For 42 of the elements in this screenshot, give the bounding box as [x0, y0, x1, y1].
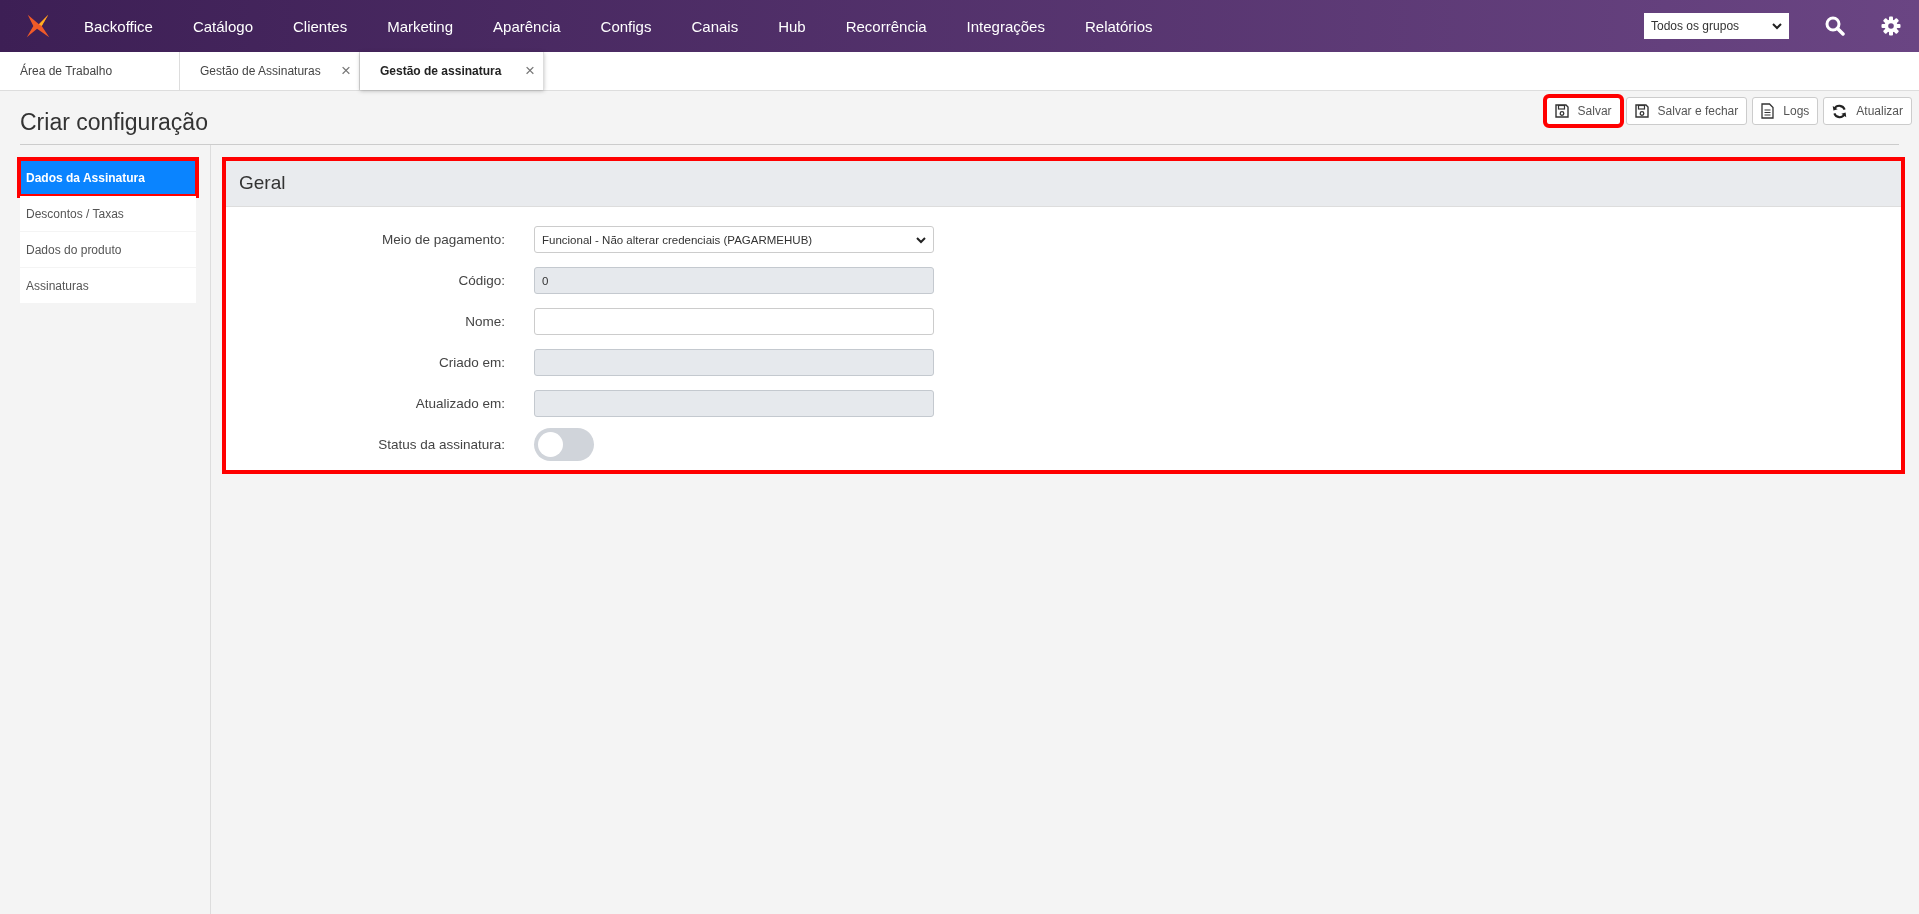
- input-field[interactable]: [534, 308, 934, 335]
- nav-link[interactable]: Relatórios: [1064, 17, 1173, 35]
- nav-link[interactable]: Integrações: [946, 17, 1065, 35]
- payment-select[interactable]: Funcional - Não alterar credenciais (PAGARMEHUB): [534, 226, 934, 253]
- field-label: Código:: [457, 273, 505, 288]
- nav-link[interactable]: Marketing: [367, 17, 474, 35]
- field-label: Criado em:: [437, 355, 505, 370]
- refresh-icon: [1832, 103, 1848, 119]
- nav-link[interactable]: Catálogo: [172, 17, 273, 35]
- tab[interactable]: Área de Trabalho: [0, 52, 180, 90]
- close-icon[interactable]: ×: [525, 61, 535, 81]
- tab[interactable]: Gestão de assinatura ×: [360, 52, 544, 90]
- settings-icon[interactable]: [1881, 16, 1901, 36]
- toggle-switch[interactable]: [534, 428, 594, 461]
- field-label: Meio de pagamento:: [380, 232, 505, 247]
- nav-link[interactable]: Configs: [580, 17, 672, 35]
- field-label: Atualizado em:: [414, 396, 505, 411]
- page-title: Criar configuração: [20, 109, 208, 136]
- nav-link[interactable]: Backoffice: [80, 17, 173, 35]
- close-icon[interactable]: ×: [341, 61, 351, 81]
- panel-title: Geral: [239, 172, 286, 194]
- toolbar-button[interactable]: Salvar: [1545, 97, 1621, 125]
- caret-icon: [1772, 21, 1782, 31]
- sidebar-item[interactable]: Descontos / Taxas: [20, 196, 196, 231]
- nav-link[interactable]: Aparência: [473, 17, 581, 35]
- toolbar-button[interactable]: Atualizar: [1823, 97, 1912, 125]
- nav-link[interactable]: Clientes: [273, 17, 368, 35]
- nav-link[interactable]: Canais: [671, 17, 759, 35]
- toolbar-button[interactable]: Salvar e fechar: [1625, 97, 1748, 125]
- nav-link[interactable]: Hub: [758, 17, 826, 35]
- logo-icon[interactable]: [24, 12, 52, 40]
- field-label: Status da assinatura:: [377, 437, 505, 452]
- search-icon[interactable]: [1825, 16, 1845, 36]
- toolbar-button[interactable]: Logs: [1752, 97, 1819, 125]
- nav-link[interactable]: Recorrência: [825, 17, 947, 35]
- field-label: Nome:: [464, 314, 505, 329]
- sidebar-item[interactable]: Dados da Assinatura: [20, 160, 196, 195]
- group-select[interactable]: Todos os grupos: [1644, 13, 1789, 39]
- sidebar-item[interactable]: Dados do produto: [20, 232, 196, 267]
- caret-icon: [916, 234, 926, 245]
- sidebar-item[interactable]: Assinaturas: [20, 268, 196, 303]
- document-icon: [1761, 103, 1775, 119]
